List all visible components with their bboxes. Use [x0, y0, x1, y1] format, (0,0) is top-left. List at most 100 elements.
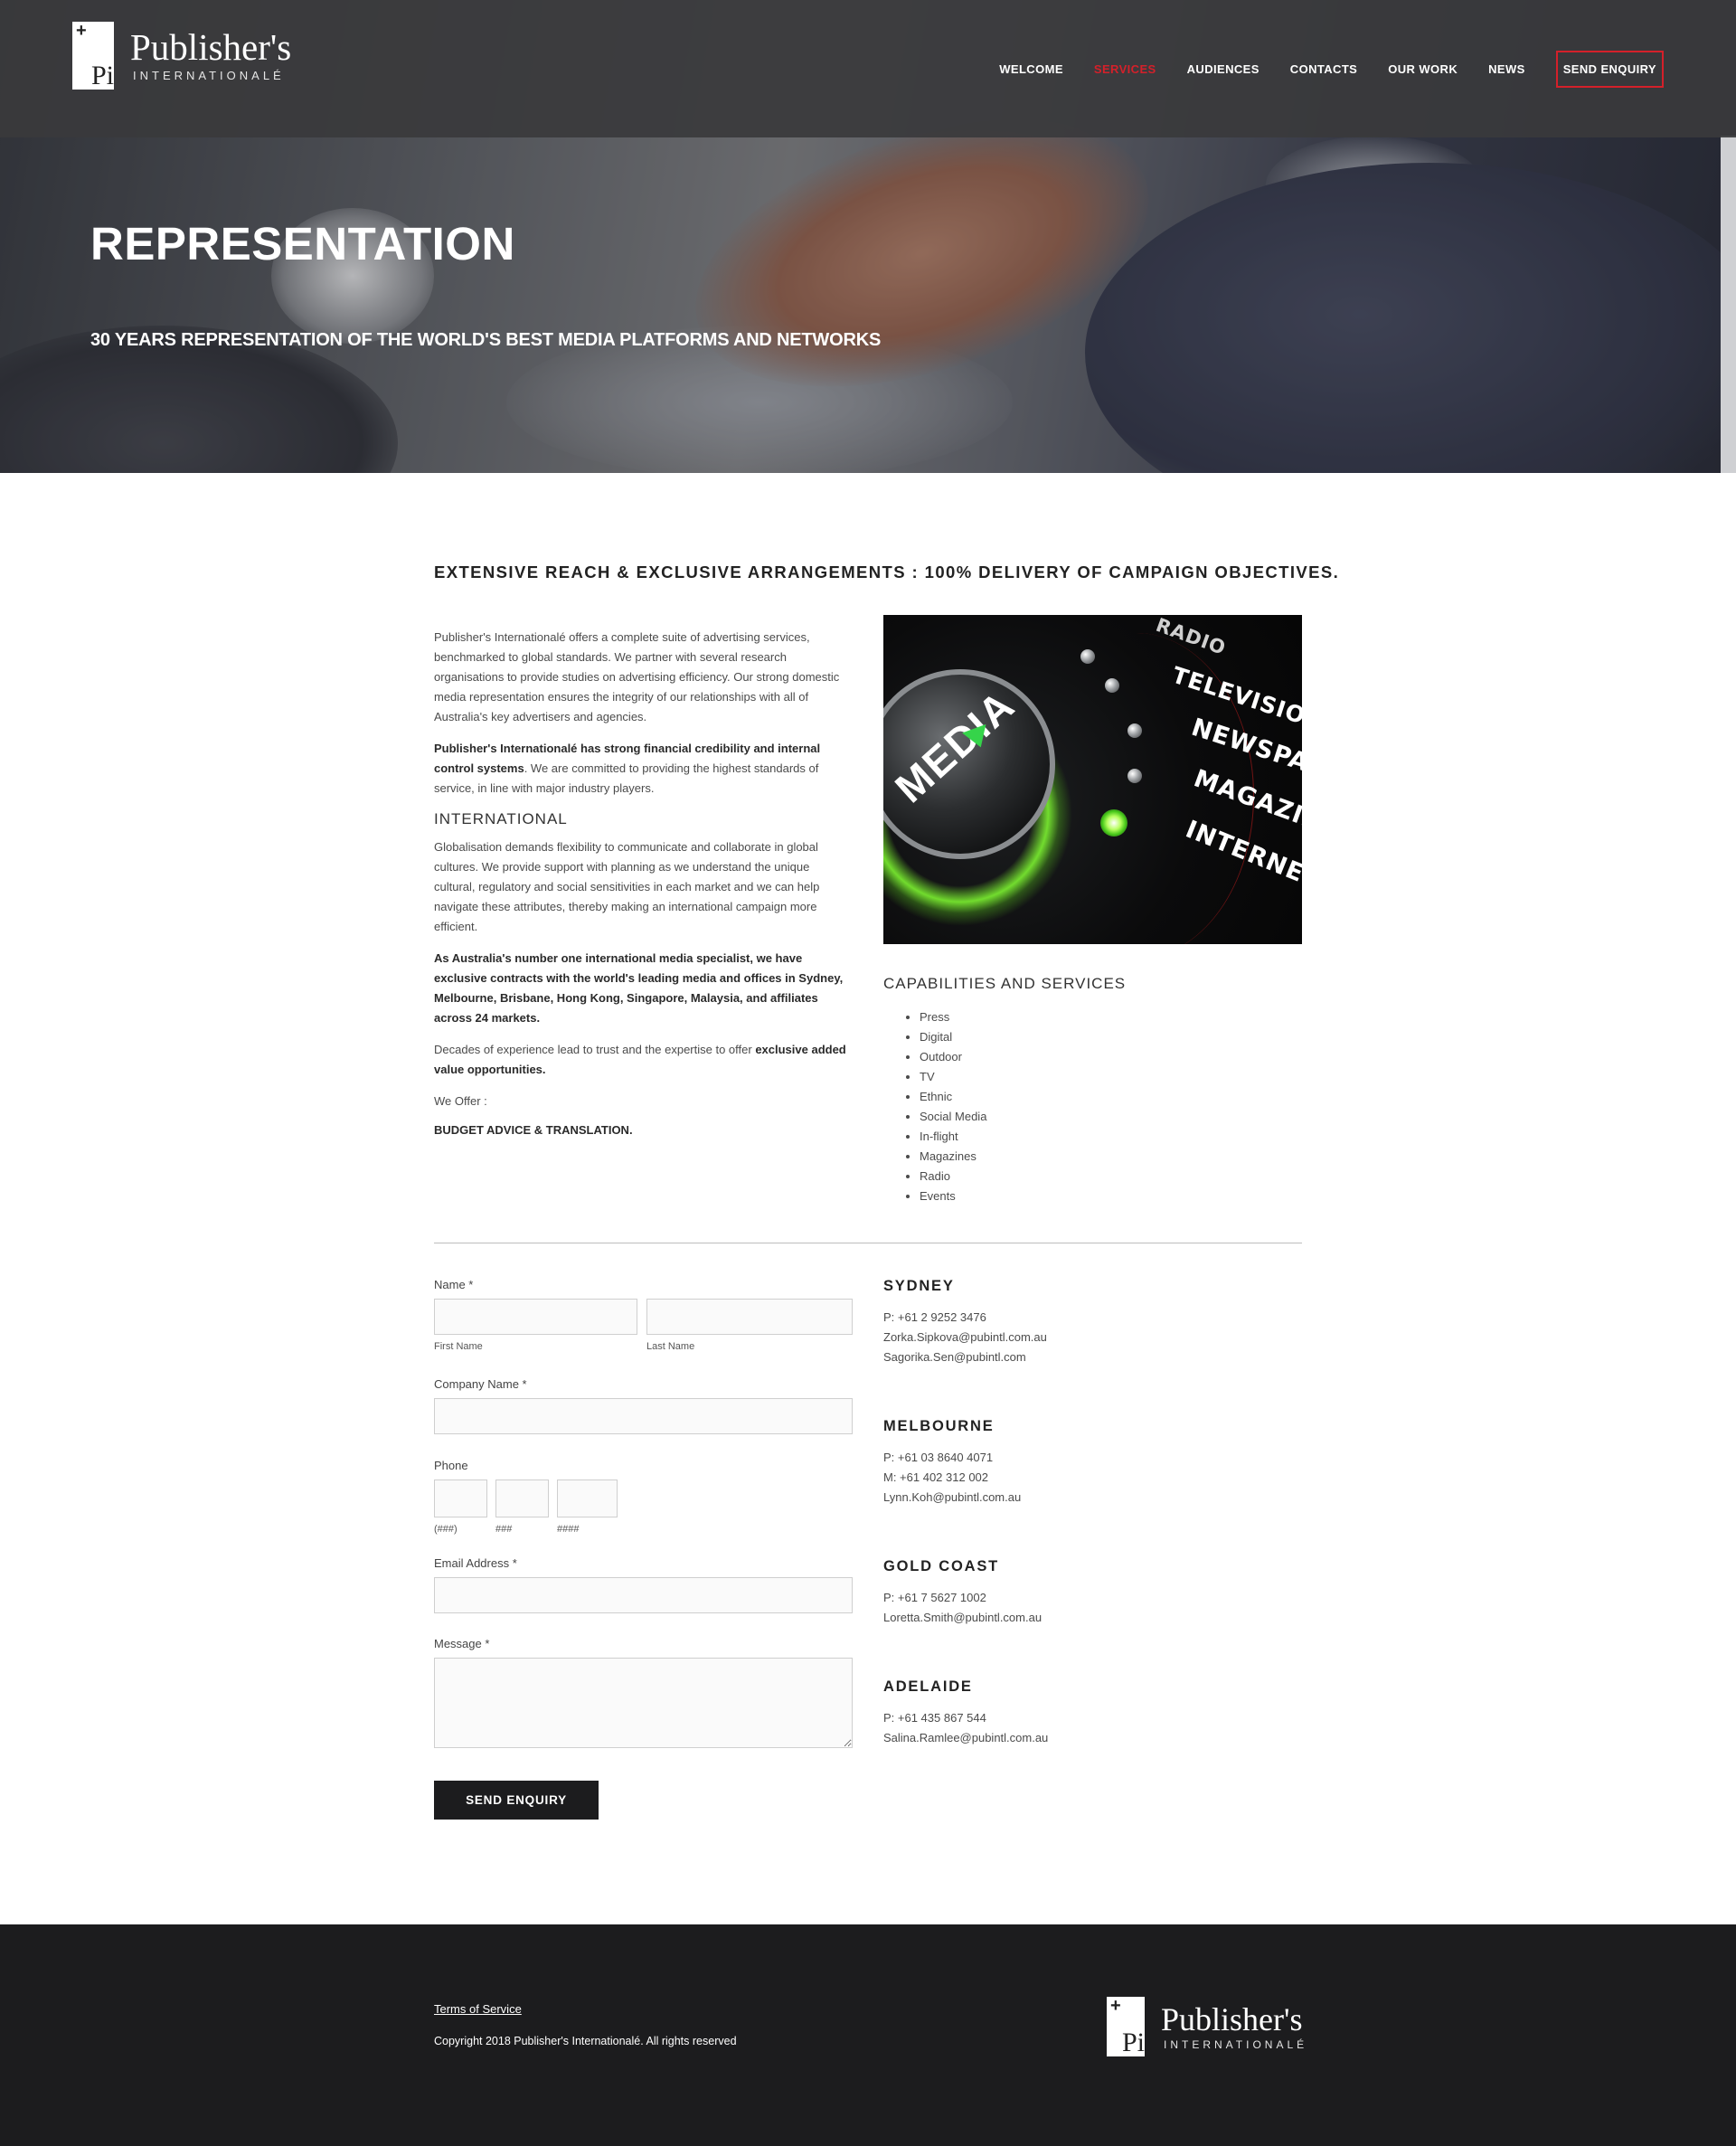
phone-row: (###) ### #### [434, 1480, 853, 1535]
hero-subtitle: 30 YEARS REPRESENTATION OF THE WORLD'S B… [90, 330, 882, 350]
office-sydney: SYDNEY P: +61 2 9252 3476 Zorka.Sipkova@… [883, 1278, 1263, 1418]
phone-prefix-input[interactable] [495, 1480, 549, 1517]
nav-send-enquiry-button[interactable]: SEND ENQUIRY [1555, 51, 1664, 88]
office-city: ADELAIDE [883, 1678, 973, 1695]
nav-item-services[interactable]: SERVICES [1094, 62, 1156, 76]
logo-mark-icon: + Pi [1107, 1996, 1145, 2057]
list-item: Press [920, 1007, 986, 1027]
phone-prefix-sublabel: ### [495, 1524, 513, 1535]
dial-dot-magazine [1127, 769, 1142, 783]
list-item: Radio [920, 1167, 986, 1186]
list-item: Outdoor [920, 1047, 986, 1067]
phone-prefix-group: ### [495, 1480, 549, 1535]
last-name-sublabel: Last Name [646, 1341, 695, 1352]
office-email[interactable]: Lynn.Koh@pubintl.com.au [883, 1488, 1263, 1508]
intro-paragraph: Publisher's Internationalé offers a comp… [434, 630, 840, 723]
company-label: Company Name * [434, 1377, 527, 1391]
phone-line-sublabel: #### [557, 1524, 580, 1535]
section-headline: EXTENSIVE REACH & EXCLUSIVE ARRANGEMENTS… [434, 562, 1340, 581]
media-knob-image: MEDIA RADIO TELEVISION NEWSPAP MAGAZIN I… [883, 615, 1302, 944]
globalisation-paragraph: Globalisation demands flexibility to com… [434, 840, 820, 933]
email-field[interactable] [434, 1577, 853, 1613]
nav-item-audiences[interactable]: AUDIENCES [1187, 62, 1260, 76]
logo-subtitle: INTERNATIONALÉ [133, 69, 285, 82]
hero-edge [1721, 136, 1736, 473]
office-city: GOLD COAST [883, 1558, 999, 1574]
office-email[interactable]: Loretta.Smith@pubintl.com.au [883, 1608, 1263, 1628]
first-name-group: First Name [434, 1299, 637, 1352]
name-row: First Name Last Name [434, 1299, 853, 1352]
office-email[interactable]: Sagorika.Sen@pubintl.com [883, 1347, 1263, 1367]
email-label: Email Address * [434, 1556, 517, 1570]
specialist-paragraph: As Australia's number one international … [434, 949, 850, 1028]
experience-paragraph: Decades of experience lead to trust and … [434, 1040, 850, 1080]
logo-words: Publisher's INTERNATIONALÉ [1161, 2003, 1307, 2051]
enquiry-form: Name * First Name Last Name Company Name… [434, 1278, 853, 1748]
office-phone: P: +61 03 8640 4071 [883, 1451, 994, 1464]
list-item: Magazines [920, 1147, 986, 1167]
office-gold-coast: GOLD COAST P: +61 7 5627 1002 Loretta.Sm… [883, 1558, 1263, 1678]
phone-area-group: (###) [434, 1480, 487, 1535]
logo-pi: Pi [1121, 2028, 1145, 2057]
last-name-input[interactable] [646, 1299, 853, 1335]
office-city: SYDNEY [883, 1278, 955, 1294]
specialist-bold: As Australia's number one international … [434, 951, 844, 1025]
message-label: Message * [434, 1637, 490, 1650]
dial-dot-television [1105, 678, 1119, 693]
logo-mark-icon: + Pi [72, 21, 114, 90]
dial-dot-newspaper [1127, 723, 1142, 738]
services-description: Publisher's Internationalé offers a comp… [434, 628, 850, 1137]
office-email[interactable]: Zorka.Sipkova@pubintl.com.au [883, 1328, 1263, 1347]
experience-text: Decades of experience lead to trust and … [434, 1043, 756, 1056]
list-item: Social Media [920, 1107, 986, 1127]
logo-name: Publisher's [1161, 2000, 1303, 2037]
list-item: TV [920, 1067, 986, 1087]
hero-banner: + Pi Publisher's INTERNATIONALÉ WELCOME … [0, 0, 1736, 473]
nav-item-contacts[interactable]: CONTACTS [1290, 62, 1357, 76]
office-contacts: SYDNEY P: +61 2 9252 3476 Zorka.Sipkova@… [883, 1278, 1263, 1748]
office-adelaide: ADELAIDE P: +61 435 867 544 Salina.Ramle… [883, 1678, 1263, 1748]
send-enquiry-button[interactable]: SEND ENQUIRY [434, 1781, 599, 1820]
last-name-group: Last Name [646, 1299, 853, 1352]
message-textarea[interactable] [434, 1658, 853, 1748]
nav-item-welcome[interactable]: WELCOME [999, 62, 1063, 76]
list-item: Events [920, 1186, 986, 1206]
office-phone: P: +61 7 5627 1002 [883, 1591, 986, 1604]
footer-logo[interactable]: + Pi Publisher's INTERNATIONALÉ [1107, 1996, 1307, 2057]
logo-plus: + [1110, 1996, 1121, 2016]
company-name-input[interactable] [434, 1398, 853, 1434]
first-name-sublabel: First Name [434, 1341, 483, 1352]
credibility-paragraph: Publisher's Internationalé has strong fi… [434, 739, 850, 799]
list-item: In-flight [920, 1127, 986, 1147]
office-melbourne: MELBOURNE P: +61 03 8640 4071 M: +61 402… [883, 1418, 1263, 1558]
list-item: Ethnic [920, 1087, 986, 1107]
copyright-text: Copyright 2018 Publisher's International… [434, 2035, 737, 2047]
name-label: Name * [434, 1278, 474, 1291]
office-phone: P: +61 2 9252 3476 [883, 1310, 986, 1324]
list-item: Digital [920, 1027, 986, 1047]
capabilities-list: Press Digital Outdoor TV Ethnic Social M… [920, 1007, 986, 1206]
logo-subtitle: INTERNATIONALÉ [1164, 2037, 1308, 2051]
top-navigation-bar: + Pi Publisher's INTERNATIONALÉ WELCOME … [0, 0, 1736, 137]
phone-line-group: #### [557, 1480, 618, 1535]
logo-name: Publisher's [130, 26, 292, 68]
offer-text: BUDGET ADVICE & TRANSLATION. [434, 1123, 633, 1137]
dial-dot-radio [1080, 649, 1095, 664]
terms-of-service-link[interactable]: Terms of Service [434, 2002, 522, 2016]
office-email[interactable]: Salina.Ramlee@pubintl.com.au [883, 1728, 1263, 1748]
nav-item-news[interactable]: NEWS [1488, 62, 1525, 76]
phone-area-input[interactable] [434, 1480, 487, 1517]
logo-words: Publisher's INTERNATIONALÉ [130, 26, 292, 83]
we-offer-label: We Offer : [434, 1094, 487, 1108]
page-title: REPRESENTATION [90, 218, 515, 269]
logo-pi: Pi [90, 61, 114, 90]
nav-item-our-work[interactable]: OUR WORK [1388, 62, 1458, 76]
phone-label: Phone [434, 1459, 468, 1472]
site-logo[interactable]: + Pi Publisher's INTERNATIONALÉ [72, 21, 292, 90]
phone-area-sublabel: (###) [434, 1524, 458, 1535]
site-footer: Terms of Service Copyright 2018 Publishe… [0, 1924, 1736, 2146]
phone-line-input[interactable] [557, 1480, 618, 1517]
office-phone: P: +61 435 867 544 [883, 1711, 986, 1725]
first-name-input[interactable] [434, 1299, 637, 1335]
office-mobile: M: +61 402 312 002 [883, 1470, 989, 1484]
